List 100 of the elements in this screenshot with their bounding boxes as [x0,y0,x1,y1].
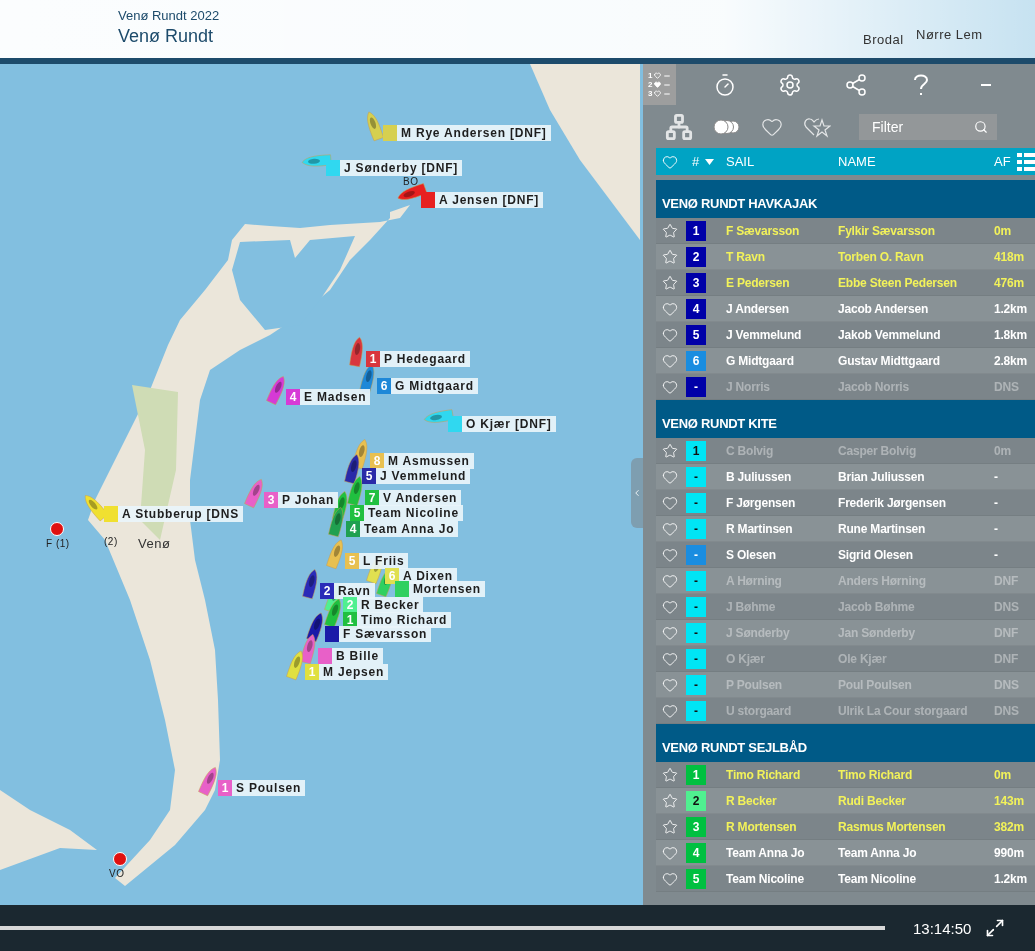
boat-name-label: E Madsen [300,389,371,405]
fullscreen-icon[interactable] [985,918,1006,938]
search-icon [974,119,988,134]
filter-field[interactable]: Filter [859,113,997,140]
heart-icon[interactable] [662,520,678,537]
leaderboard-row[interactable]: 5 Team Nicoline Team Nicoline 1.2km [656,866,1035,892]
timeline-track[interactable] [0,926,885,930]
rank-badge: - [686,596,706,617]
star-icon[interactable] [662,222,678,239]
name-cell-text: Sigrid Olesen [838,547,914,562]
name-cell-text: Ebbe Steen Pedersen [838,275,958,290]
rank-badge: - [686,648,706,669]
leaderboard-row[interactable]: 2 R Becker Rudi Becker 143m [656,788,1035,814]
settings-icon [778,72,803,97]
rank-badge: 1 [686,764,706,785]
heart-icon[interactable] [662,650,678,667]
star-icon[interactable] [662,766,678,783]
boat-number-badge: 6 [377,378,391,394]
rank-badge: - [686,466,706,487]
section-title: VENØ RUNDT SEJLBÅD [662,740,807,755]
heart-icon[interactable] [662,352,678,369]
boat-number-badge: 2 [343,597,357,613]
name-cell-text: Team Nicoline [838,871,917,886]
boat-name-label: A Jensen [DNF] [435,192,544,208]
hierarchy-icon [665,112,693,141]
list-icon[interactable] [1016,152,1035,171]
event-title: Venø Rundt [118,26,214,47]
boat-name-label: Team Nicoline [364,505,463,521]
heart-icon[interactable] [662,572,678,589]
heart-icon[interactable] [662,702,678,719]
name-cell-text: Gustav Midttgaard [838,353,941,368]
boat-name-label: O Kjær [DNF] [462,416,556,432]
leaderboard-row[interactable]: - S Olesen Sigrid Olesen - [656,542,1035,568]
leaderboard-row[interactable]: - B Juliussen Brian Juliussen - [656,464,1035,490]
heart-icon[interactable] [662,624,678,641]
boat-name-label: A Stubberup [DNS [118,506,243,522]
sail-cell-text: F Sævarsson [726,223,801,238]
star-icon[interactable] [662,248,678,265]
boat-number-badge: 6 [385,568,399,584]
boat-number-badge: 1 [218,780,232,796]
heart-icon[interactable] [662,844,678,861]
rank-badge: 6 [686,350,706,371]
boat-number-badge: 7 [365,490,379,506]
boat-number-badge: 1 [366,351,380,367]
boat-name-label: B Bille [332,648,383,664]
name-cell-text: Fylkir Sævarsson [838,223,936,238]
leaderboard-row[interactable]: 2 T Ravn Torben O. Ravn 418m [656,244,1035,270]
star-icon[interactable] [662,818,678,835]
rank-badge: - [686,376,706,397]
boat-name-label: F Sævarsson [339,626,432,642]
boat-number-badge: 5 [362,468,376,484]
sail-cell-text: R Becker [726,793,778,808]
mark-label: BO [403,176,419,187]
rank-badge: 4 [686,298,706,319]
event-subtitle: Venø Rundt 2022 [118,8,220,23]
heart-icon[interactable] [662,598,678,615]
name-cell-text: Frederik Jørgensen [838,495,947,510]
star-icon[interactable] [662,792,678,809]
rank-badge: 1 [686,220,706,241]
name-cell-text: Torben O. Ravn [838,249,925,264]
time-label: 13:14:50 [913,919,972,937]
leaderboard-row[interactable]: 1 F Sævarsson Fylkir Sævarsson 0m [656,218,1035,244]
heart-icon[interactable] [662,468,678,485]
leaderboard-row[interactable]: 5 J Vemmelund Jakob Vemmelund 1.8km [656,322,1035,348]
heart-icon[interactable] [662,326,678,343]
groups-tab[interactable] [665,114,693,139]
distance-cell-text: 418m [994,249,1025,264]
leaderboard-row[interactable]: 6 G Midtgaard Gustav Midttgaard 2.8km [656,348,1035,374]
heart-icon[interactable] [662,546,678,563]
boat-name-label: P Johan [278,492,339,508]
share-icon [843,72,868,97]
star-icon[interactable] [662,274,678,291]
name-cell-text: Jacob Andersen [838,301,930,316]
heart-icon[interactable] [662,676,678,693]
circles-icon [713,118,741,135]
sail-cell-text: R Martinsen [726,521,794,536]
leaderboard-row[interactable]: - R Martinsen Rune Martinsen - [656,516,1035,542]
distance-cell-text: 0m [994,767,1012,782]
distance-cell-text: 990m [994,845,1025,860]
star-icon[interactable] [662,442,678,459]
boat-name-label: L Friis [359,553,409,569]
rank-badge: 3 [686,816,706,837]
distance-cell-text: - [994,495,999,510]
rank-badge: - [686,622,706,643]
boat-number-badge: 3 [264,492,278,508]
heart-icon[interactable] [662,378,678,395]
distance-cell-text: 2.8km [994,353,1029,368]
heart-icon[interactable] [662,494,678,511]
leaderboard-row[interactable]: 4 J Andersen Jacob Andersen 1.2km [656,296,1035,322]
heart-icon[interactable] [662,870,678,887]
name-cell-text: Brian Juliussen [838,469,926,484]
leaderboard-row[interactable]: 3 E Pedersen Ebbe Steen Pedersen 476m [656,270,1035,296]
name-cell-text: Rasmus Mortensen [838,819,947,834]
boat-name-label: Timo Richard [357,612,452,628]
leaderboard-row[interactable]: - F Jørgensen Frederik Jørgensen - [656,490,1035,516]
heart-icon[interactable] [662,300,678,317]
section-title: VENØ RUNDT KITE [662,416,777,431]
panel-toggle-handle[interactable] [631,458,643,528]
heart-star-icon [803,115,831,138]
place-label: Nørre Lem [916,27,983,42]
